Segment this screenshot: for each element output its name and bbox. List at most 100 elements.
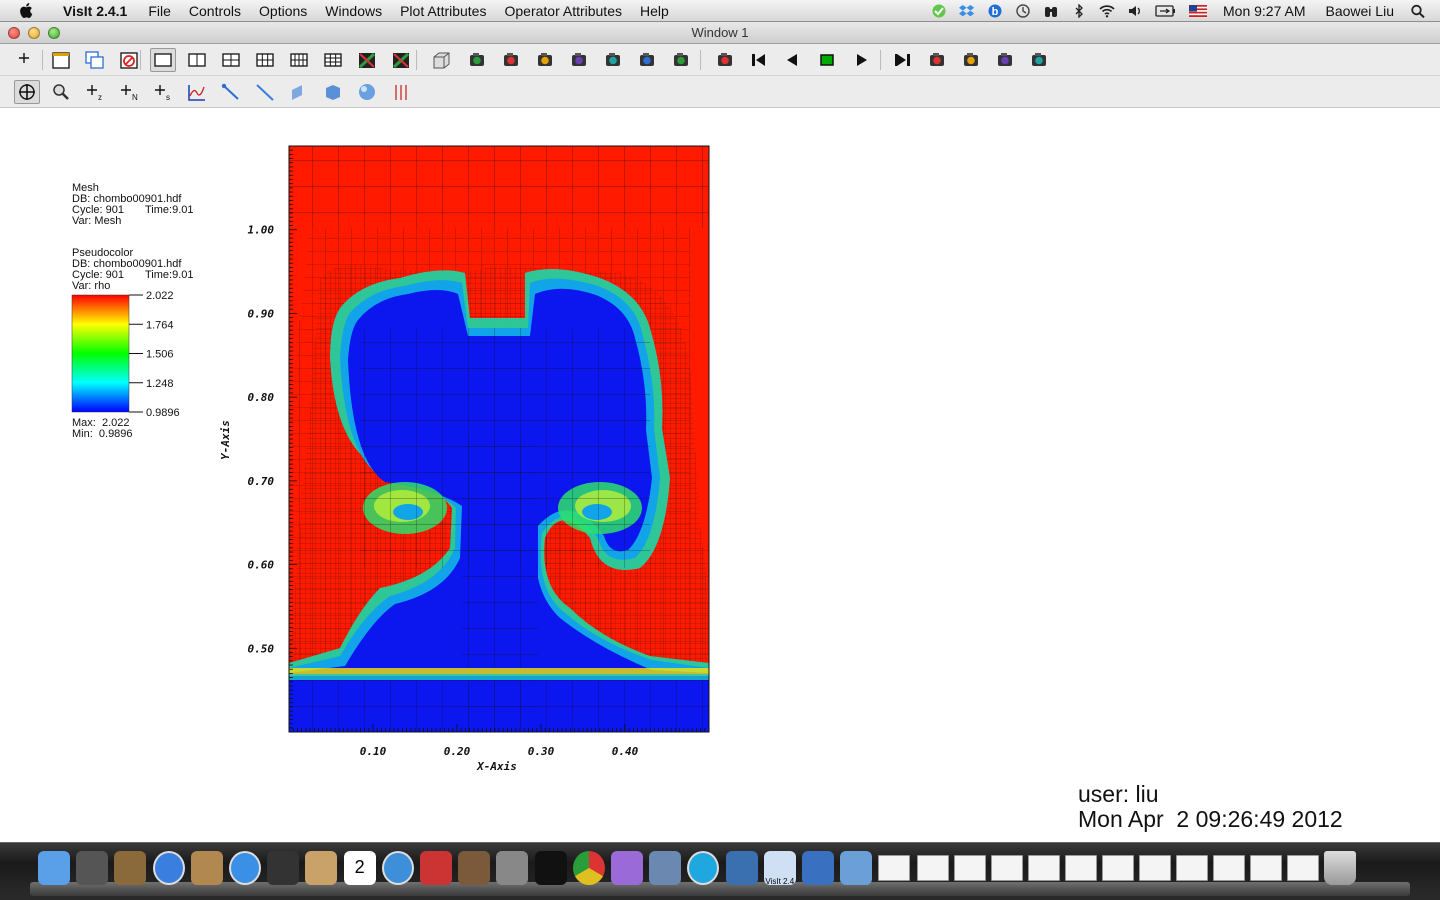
axis-restrict-button[interactable]	[388, 80, 414, 104]
iphoto-icon[interactable]	[458, 851, 491, 885]
line-tool-button[interactable]	[252, 80, 278, 104]
emacs-icon[interactable]	[611, 851, 643, 885]
pseudocolor-plot[interactable]: 2.0221.7641.5061.2480.9896 0.10 0.20 0.30 0…	[0, 108, 1440, 842]
menu-plot-attributes[interactable]: Plot Attributes	[391, 0, 495, 22]
image-capture-icon[interactable]	[649, 851, 682, 885]
annotations-button[interactable]	[924, 48, 950, 72]
layout-3x3-button[interactable]	[320, 48, 346, 72]
finder-icon[interactable]	[38, 851, 70, 885]
xcode-icon[interactable]	[802, 851, 834, 885]
menubar-user[interactable]: Baowei Liu	[1326, 3, 1395, 19]
stop-button[interactable]	[814, 48, 840, 72]
contacts-icon[interactable]	[305, 851, 338, 885]
folder-icon[interactable]	[840, 851, 873, 885]
zoom-button[interactable]	[48, 80, 74, 104]
delete-window-button[interactable]	[116, 48, 142, 72]
chrome-icon[interactable]	[572, 851, 605, 885]
dropbox-icon[interactable]	[959, 4, 975, 18]
node-pick-button[interactable]: N	[116, 80, 142, 104]
window-thumbnail-icon[interactable]	[1138, 855, 1171, 881]
window-title-bar[interactable]: Window 1	[0, 22, 1440, 44]
reverse-play-button[interactable]	[780, 48, 806, 72]
calendar-icon[interactable]: 2	[343, 851, 376, 885]
lock-time-button[interactable]	[388, 48, 414, 72]
menu-controls[interactable]: Controls	[180, 0, 250, 22]
play-button[interactable]	[848, 48, 874, 72]
app-menu[interactable]: VisIt 2.4.1	[54, 0, 139, 22]
bluetooth-b-icon[interactable]: b	[987, 4, 1003, 18]
window-thumbnail-icon[interactable]	[1212, 855, 1245, 881]
navigate-button[interactable]	[14, 80, 40, 104]
messages-icon[interactable]	[931, 4, 947, 18]
apple-menu-icon[interactable]	[18, 2, 36, 19]
menu-help[interactable]: Help	[631, 0, 678, 22]
itunes-icon[interactable]	[381, 851, 414, 885]
wordpress-icon[interactable]	[725, 851, 758, 885]
box-tool-button[interactable]	[320, 80, 346, 104]
spin-button[interactable]	[712, 48, 738, 72]
window-thumbnail-icon[interactable]	[990, 855, 1023, 881]
new-window-button[interactable]	[48, 48, 74, 72]
wifi-icon[interactable]	[1099, 4, 1115, 18]
lock-view-button[interactable]	[354, 48, 380, 72]
save-image-button[interactable]	[532, 48, 558, 72]
bluetooth-icon[interactable]	[1071, 4, 1087, 18]
skype-icon[interactable]	[687, 851, 720, 885]
trash-icon[interactable]	[1323, 851, 1356, 885]
system-profiler-icon[interactable]	[114, 851, 147, 885]
photo-booth-icon[interactable]	[420, 851, 452, 885]
terminal-icon[interactable]	[534, 851, 567, 885]
document-icon[interactable]	[878, 855, 911, 881]
clear-plots-button[interactable]	[498, 48, 524, 72]
plane-tool-button[interactable]	[286, 80, 312, 104]
window-thumbnail-icon[interactable]	[1286, 855, 1319, 881]
reverse-step-button[interactable]	[746, 48, 772, 72]
draw-plots-button[interactable]	[464, 48, 490, 72]
undo-view-button[interactable]	[600, 48, 626, 72]
layout-1x2-button[interactable]	[184, 48, 210, 72]
forward-step-button[interactable]	[890, 48, 916, 72]
camera-button[interactable]	[668, 48, 694, 72]
system-preferences-icon[interactable]	[496, 851, 529, 885]
binoculars-icon[interactable]	[1043, 4, 1059, 18]
output-button[interactable]	[1026, 48, 1052, 72]
window-thumbnail-icon[interactable]	[1249, 855, 1282, 881]
volume-icon[interactable]	[1127, 4, 1143, 18]
layout-2x4-button[interactable]	[286, 48, 312, 72]
layout-2x3-button[interactable]	[252, 48, 278, 72]
pick-lighting-button[interactable]	[992, 48, 1018, 72]
app-store-icon[interactable]	[152, 851, 185, 885]
clone-window-button[interactable]	[82, 48, 108, 72]
perspective-button[interactable]	[428, 48, 454, 72]
clear-pick-button[interactable]	[14, 48, 40, 72]
window-thumbnail-icon[interactable]	[1175, 855, 1208, 881]
menu-windows[interactable]: Windows	[316, 0, 391, 22]
curve-pick-button[interactable]	[184, 80, 210, 104]
time-machine-icon[interactable]	[1015, 4, 1031, 18]
layout-1x1-button[interactable]	[150, 48, 176, 72]
redo-view-button[interactable]	[634, 48, 660, 72]
preview-icon[interactable]	[190, 851, 223, 885]
spreadsheet-pick-button[interactable]: s	[150, 80, 176, 104]
layout-2x2-button[interactable]	[218, 48, 244, 72]
menu-operator-attributes[interactable]: Operator Attributes	[495, 0, 631, 22]
copy-image-button[interactable]	[566, 48, 592, 72]
us-flag-icon[interactable]	[1189, 4, 1207, 18]
launchpad-icon[interactable]	[76, 851, 109, 885]
sphere-tool-button[interactable]	[354, 80, 380, 104]
zone-pick-button[interactable]: z	[82, 80, 108, 104]
facetime-icon[interactable]	[267, 851, 300, 885]
line-out-button[interactable]	[218, 80, 244, 104]
lighting-button[interactable]	[958, 48, 984, 72]
safari-icon[interactable]	[229, 851, 261, 885]
battery-icon[interactable]	[1155, 4, 1177, 18]
menubar-clock[interactable]: Mon 9:27 AM	[1223, 3, 1306, 19]
window-thumbnail-icon[interactable]	[1101, 855, 1134, 881]
window-thumbnail-icon[interactable]	[916, 855, 949, 881]
window-thumbnail-icon[interactable]	[953, 855, 986, 881]
menu-options[interactable]: Options	[250, 0, 316, 22]
spotlight-search-icon[interactable]	[1410, 4, 1426, 18]
visit-icon[interactable]: VisIt 2.4	[763, 851, 796, 886]
menu-file[interactable]: File	[139, 0, 180, 22]
window-thumbnail-icon[interactable]	[1064, 855, 1097, 881]
